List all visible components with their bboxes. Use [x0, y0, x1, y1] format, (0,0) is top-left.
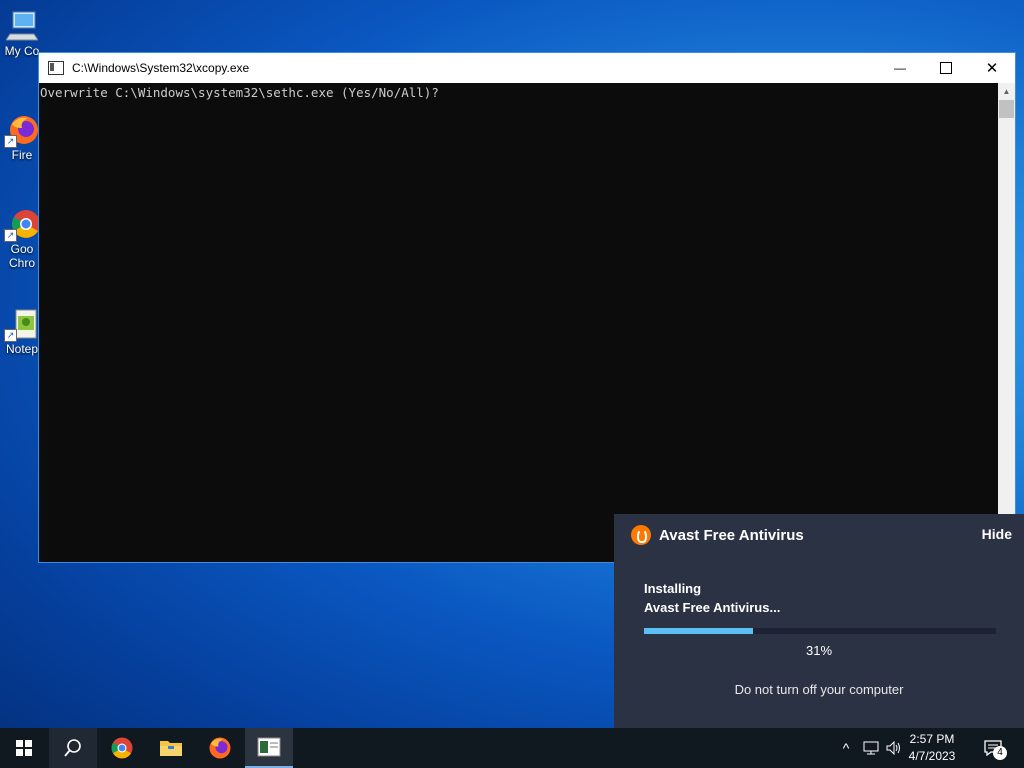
computer-icon [5, 10, 39, 42]
maximize-button[interactable] [923, 53, 969, 83]
chrome-icon: ↗ [4, 208, 40, 242]
folder-icon [160, 741, 182, 756]
clock-date: 4/7/2023 [908, 749, 956, 763]
taskbar-file-explorer-button[interactable] [147, 728, 195, 768]
chrome-icon [111, 737, 133, 759]
avast-header: Avast Free Antivirus [631, 525, 804, 545]
avast-progress-percent: 31% [805, 643, 833, 658]
network-icon [863, 741, 879, 755]
scrollbar-thumb[interactable] [999, 100, 1014, 118]
scroll-up-arrow-icon[interactable]: ▲ [998, 83, 1015, 100]
console-title: C:\Windows\System32\xcopy.exe [72, 61, 250, 75]
console-window[interactable]: C:\Windows\System32\xcopy.exe — ✕ Overwr… [38, 52, 1016, 563]
avast-progress-fill [644, 628, 754, 634]
avast-install-notification: Avast Free Antivirus Hide Installing Ava… [614, 514, 1024, 728]
console-output-area[interactable]: Overwrite C:\Windows\system32\sethc.exe … [39, 83, 998, 562]
console-app-icon [48, 61, 64, 75]
notepad-icon: ↗ [4, 308, 38, 342]
avast-status-line2: Avast Free Antivirus... [644, 600, 781, 615]
console-icon [257, 737, 281, 757]
shortcut-arrow-icon: ↗ [4, 229, 17, 242]
firefox-icon [209, 737, 231, 759]
taskbar: ^ 2:57 PM 4/7/2023 4 [0, 728, 1024, 768]
close-icon: ✕ [985, 60, 999, 77]
taskbar-firefox-button[interactable] [196, 728, 244, 768]
console-output-text: Overwrite C:\Windows\system32\sethc.exe … [40, 85, 439, 100]
action-center-button[interactable]: 4 [978, 728, 1008, 768]
avast-status-line1: Installing [644, 581, 702, 596]
firefox-icon: ↗ [4, 114, 38, 148]
chevron-up-icon: ^ [842, 740, 850, 756]
minimize-button[interactable]: — [877, 53, 923, 83]
avast-warning-note: Do not turn off your computer [734, 682, 904, 697]
search-icon [64, 739, 81, 757]
windows-logo-icon [16, 740, 32, 756]
tray-chevron-button[interactable]: ^ [836, 728, 856, 768]
clock-time: 2:57 PM [909, 732, 955, 746]
avast-hide-button[interactable]: Hide [982, 526, 1012, 542]
close-button[interactable]: ✕ [969, 53, 1015, 83]
avast-progress-bar [644, 628, 996, 634]
shortcut-arrow-icon: ↗ [4, 135, 17, 148]
notification-count-badge: 4 [993, 746, 1007, 760]
taskbar-console-button[interactable] [245, 728, 293, 768]
taskbar-clock[interactable]: 2:57 PM 4/7/2023 [902, 731, 962, 765]
search-button[interactable] [49, 728, 97, 768]
avast-title: Avast Free Antivirus [659, 526, 804, 544]
console-scrollbar[interactable]: ▲ [998, 83, 1015, 562]
volume-icon [886, 741, 900, 755]
start-button[interactable] [0, 728, 48, 768]
console-titlebar[interactable]: C:\Windows\System32\xcopy.exe — ✕ [39, 53, 1015, 83]
maximize-icon [940, 62, 952, 74]
avast-logo-icon [631, 525, 651, 545]
shortcut-arrow-icon: ↗ [4, 329, 17, 342]
minimize-icon: — [894, 61, 906, 75]
taskbar-chrome-button[interactable] [98, 728, 146, 768]
tray-network-button[interactable] [860, 728, 882, 768]
desktop-icon-my-computer[interactable]: My Co [0, 10, 44, 58]
